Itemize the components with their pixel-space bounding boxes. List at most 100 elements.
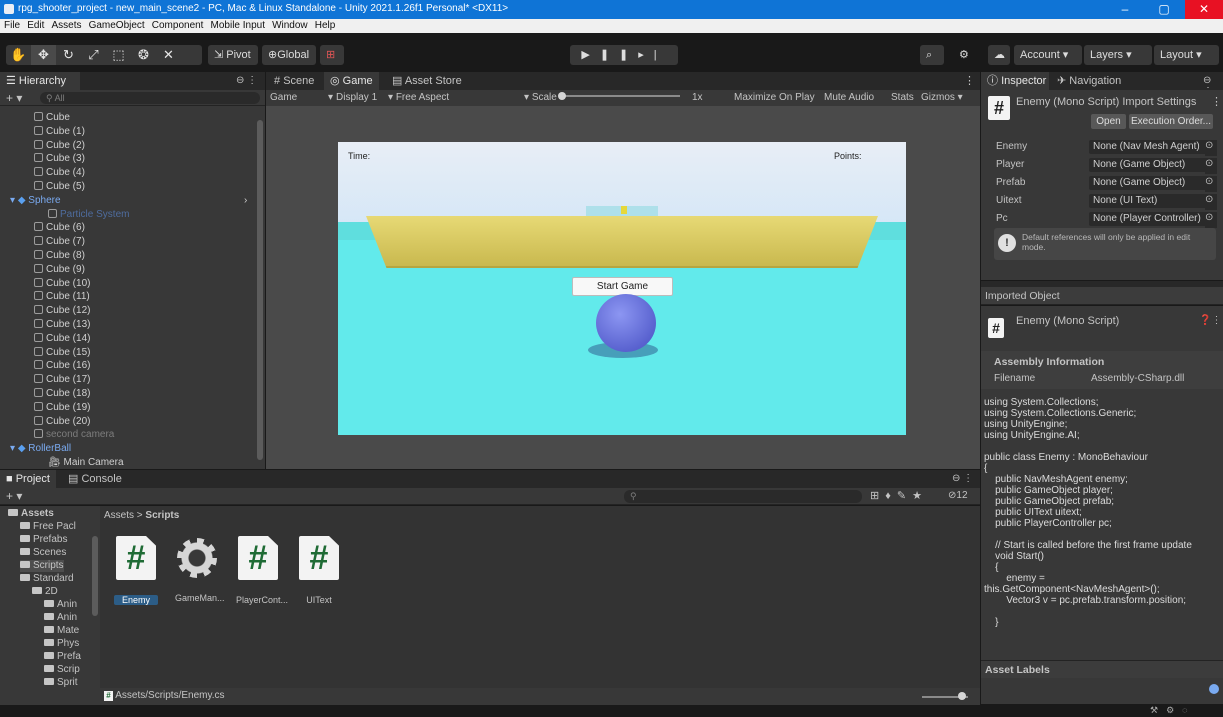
debug-icon[interactable]: ⚙: [1166, 705, 1182, 715]
menu-window[interactable]: Window: [272, 20, 308, 31]
hierarchy-item[interactable]: Cube (6): [34, 222, 85, 233]
tab-asset-store[interactable]: ▤ Asset Store: [386, 72, 468, 90]
project-folder[interactable]: Scrip: [44, 664, 80, 676]
hierarchy-item[interactable]: Cube (1): [34, 125, 85, 137]
hierarchy-item[interactable]: Cube (8): [34, 250, 85, 261]
project-folder[interactable]: 2D: [32, 586, 58, 598]
favorite-star-icon[interactable]: ★: [912, 490, 928, 502]
hierarchy-item[interactable]: Cube (16): [34, 360, 90, 371]
object-picker-icon[interactable]: ⊙: [1205, 158, 1217, 174]
filter-type-icon[interactable]: ⊞: [870, 490, 885, 502]
filter-label-icon[interactable]: ♦: [885, 490, 897, 502]
object-field[interactable]: None (Player Controller): [1089, 212, 1217, 226]
asset-item[interactable]: GameMan...: [175, 536, 225, 603]
hierarchy-item[interactable]: second camera: [34, 429, 114, 440]
project-folder[interactable]: Assets: [8, 508, 54, 520]
hierarchy-item[interactable]: Cube (18): [34, 388, 90, 399]
global-toggle[interactable]: ⊕Global: [262, 45, 316, 65]
icon-size-slider-handle[interactable]: [958, 692, 966, 700]
gizmos-dropdown[interactable]: Gizmos ▾: [921, 92, 963, 103]
help-icon[interactable]: ❓⋮: [1199, 315, 1221, 326]
play-button-icon[interactable]: ▶: [581, 49, 599, 61]
hierarchy-item[interactable]: Cube (12): [34, 305, 90, 316]
menu-assets[interactable]: Assets: [51, 20, 81, 31]
project-folder[interactable]: Scenes: [20, 547, 66, 559]
scale-slider-track[interactable]: [562, 95, 680, 97]
execution-order-button[interactable]: Execution Order...: [1129, 114, 1213, 129]
project-filter-icons[interactable]: ⊞♦✎★: [870, 489, 928, 502]
pause-button-icon[interactable]: ❚❚: [600, 49, 638, 61]
panel-menu-icon[interactable]: ⋮: [964, 74, 975, 87]
object-field[interactable]: None (Game Object): [1089, 176, 1217, 190]
hierarchy-search-input[interactable]: ⚲ All: [40, 92, 260, 104]
mute-audio-toggle[interactable]: Mute Audio: [824, 92, 874, 103]
rect-tool-icon[interactable]: ⬚: [106, 45, 131, 65]
create-asset-button[interactable]: + ▾: [6, 489, 22, 503]
maximize-on-play-toggle[interactable]: Maximize On Play: [734, 92, 815, 103]
filter-pencil-icon[interactable]: ✎: [897, 490, 912, 502]
hierarchy-item[interactable]: Cube (15): [34, 346, 90, 358]
tab-console[interactable]: ▤ Console: [62, 470, 128, 488]
tab-project[interactable]: ■ Project: [0, 470, 56, 488]
project-folder[interactable]: Anin: [44, 599, 77, 611]
project-folder[interactable]: Sprit: [44, 677, 78, 689]
hierarchy-item[interactable]: Cube (11): [34, 291, 90, 302]
minimize-button[interactable]: –: [1106, 0, 1144, 19]
object-picker-icon[interactable]: ⊙: [1205, 140, 1217, 156]
add-object-button[interactable]: + ▾: [6, 91, 22, 105]
asset-item[interactable]: # Enemy: [114, 536, 158, 605]
menu-component[interactable]: Component: [152, 20, 204, 31]
layout-dropdown[interactable]: Layout ▾: [1154, 45, 1219, 65]
project-folder[interactable]: Scripts: [20, 560, 64, 572]
account-dropdown[interactable]: Account ▾: [1014, 45, 1082, 65]
project-folder[interactable]: Free Pacl: [20, 521, 76, 533]
scale-slider-handle[interactable]: [558, 92, 566, 100]
hierarchy-item[interactable]: 🎥︎ Main Camera: [48, 457, 124, 468]
tab-hierarchy[interactable]: ☰ Hierarchy: [0, 72, 80, 90]
hierarchy-item[interactable]: ▾ ◆ RollerBall: [10, 443, 71, 454]
move-tool-icon[interactable]: ✥: [31, 45, 56, 65]
menu-help[interactable]: Help: [315, 20, 336, 31]
scale-tool-icon[interactable]: ⤢: [81, 45, 106, 65]
hierarchy-item[interactable]: Cube: [34, 112, 70, 123]
chevron-down-icon[interactable]: ▾: [10, 195, 18, 206]
object-field[interactable]: None (UI Text): [1089, 194, 1217, 208]
project-search-input[interactable]: ⚲: [624, 490, 862, 503]
pivot-toggle[interactable]: ⇲ Pivot: [208, 45, 258, 65]
label-tag-icon[interactable]: [1209, 684, 1219, 694]
object-picker-icon[interactable]: ⊙: [1205, 194, 1217, 210]
game-viewport[interactable]: Time: Points: Start Game: [338, 142, 906, 435]
snap-button[interactable]: ⊞: [320, 45, 344, 65]
breadcrumb-scripts[interactable]: Scripts: [145, 510, 179, 521]
build-status-icon[interactable]: ⚒: [1150, 705, 1166, 715]
menu-gameobject[interactable]: GameObject: [89, 20, 145, 31]
object-picker-icon[interactable]: ⊙: [1205, 176, 1217, 192]
chevron-right-icon[interactable]: ›: [244, 195, 247, 206]
object-picker-icon[interactable]: ⊙: [1205, 212, 1217, 228]
project-folder[interactable]: Mate: [44, 625, 79, 637]
object-field[interactable]: None (Game Object): [1089, 158, 1217, 172]
chevron-down-icon[interactable]: ▾: [10, 443, 18, 454]
folder-scrollbar[interactable]: [92, 536, 98, 616]
hierarchy-item[interactable]: Cube (2): [34, 139, 85, 151]
project-folder[interactable]: Phys: [44, 638, 79, 650]
asset-item[interactable]: # UIText: [297, 536, 341, 605]
tab-game[interactable]: ◎ Game: [324, 72, 379, 90]
project-folder[interactable]: Prefa: [44, 651, 81, 663]
hierarchy-item[interactable]: Cube (7): [34, 236, 85, 247]
breadcrumb-assets[interactable]: Assets: [104, 510, 134, 521]
inspector-menu-icon[interactable]: ⋮: [1211, 95, 1222, 108]
menu-file[interactable]: File: [4, 20, 20, 31]
hierarchy-item[interactable]: Particle System: [48, 208, 129, 220]
hierarchy-item[interactable]: Cube (19): [34, 401, 90, 413]
hierarchy-item[interactable]: Cube (9): [34, 263, 85, 275]
lock-icon[interactable]: ⊖ ⋮: [236, 75, 257, 86]
hierarchy-item[interactable]: Cube (14): [34, 332, 90, 344]
close-button[interactable]: ✕: [1185, 0, 1223, 19]
display-dropdown[interactable]: Display 1: [336, 92, 377, 103]
game-dropdown[interactable]: Game ▾: [270, 92, 333, 103]
scale-control[interactable]: ▾ Scale: [524, 92, 557, 103]
tab-inspector[interactable]: ⓘ Inspector: [981, 72, 1049, 90]
layers-dropdown[interactable]: Layers ▾: [1084, 45, 1152, 65]
hand-tool-icon[interactable]: ✋: [6, 45, 31, 65]
